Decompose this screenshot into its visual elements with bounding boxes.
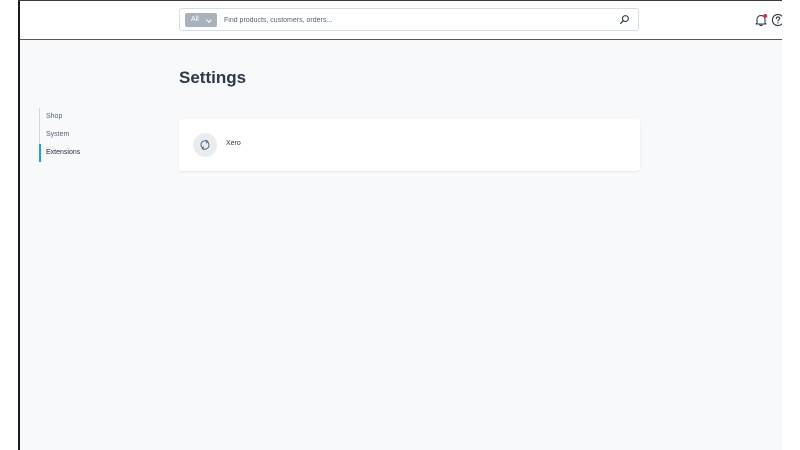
help-icon[interactable]	[771, 13, 782, 27]
window-right-gutter	[782, 0, 800, 450]
notification-dot	[763, 14, 768, 18]
sync-icon	[200, 139, 210, 151]
global-search: All	[179, 8, 639, 31]
top-bar: All	[20, 1, 782, 40]
extension-icon-badge	[193, 133, 217, 157]
extension-label: Xero	[226, 140, 241, 147]
page-title: Settings	[179, 68, 247, 87]
sidebar-item-label: System	[46, 131, 70, 138]
extensions-card: Xero	[179, 119, 640, 171]
bell-icon[interactable]	[754, 13, 768, 27]
sidebar-item-extensions[interactable]: Extensions	[39, 144, 159, 162]
settings-sidebar: Shop System Extensions	[39, 108, 159, 162]
search-input[interactable]	[224, 12, 604, 28]
sidebar-item-label: Shop	[46, 113, 63, 120]
search-scope-select[interactable]: All	[185, 13, 217, 27]
search-scope-label: All	[191, 16, 199, 23]
chevron-down-icon	[206, 17, 212, 23]
search-icon[interactable]	[619, 14, 630, 25]
admin-app: All Settings	[20, 1, 782, 450]
sidebar-item-shop[interactable]: Shop	[39, 108, 159, 126]
sidebar-item-system[interactable]: System	[39, 126, 159, 144]
sidebar-item-label: Extensions	[46, 149, 81, 156]
window-frame: All Settings	[0, 0, 800, 450]
extension-item-xero[interactable]: Xero	[193, 133, 393, 157]
